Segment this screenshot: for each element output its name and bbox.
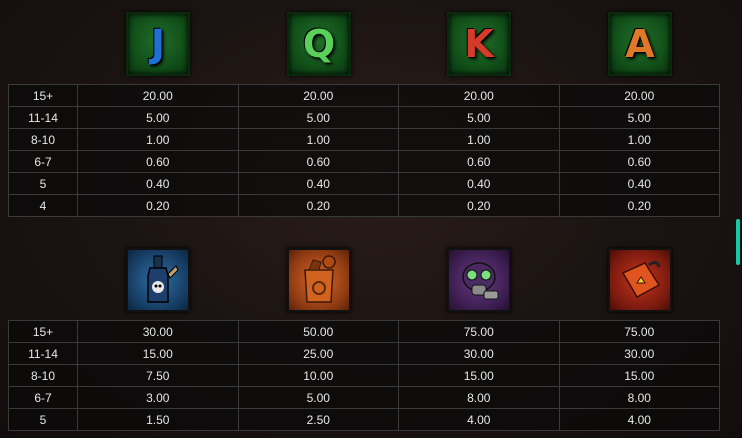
- symbol-k-tile: K: [447, 12, 511, 76]
- count-cell: 5: [8, 172, 78, 195]
- count-cell: 11-14: [8, 342, 78, 365]
- symbol-j-tile: J: [126, 12, 190, 76]
- bottle-icon: [126, 248, 190, 312]
- payout-cell: 5.00: [558, 106, 720, 129]
- payout-cell: 50.00: [237, 320, 399, 343]
- paytable-letters: 15+ 20.00 20.00 20.00 20.00 11-14 5.00 5…: [8, 84, 720, 217]
- payout-cell: 30.00: [398, 342, 560, 365]
- payout-cell: 20.00: [237, 84, 399, 107]
- payout-cell: 25.00: [237, 342, 399, 365]
- count-cell: 6-7: [8, 386, 78, 409]
- table-row: 6-7 0.60 0.60 0.60 0.60: [8, 150, 720, 173]
- table-row: 15+ 30.00 50.00 75.00 75.00: [8, 320, 720, 343]
- table-row: 5 1.50 2.50 4.00 4.00: [8, 408, 720, 431]
- payout-cell: 0.40: [77, 172, 239, 195]
- symbol-k-letter: K: [464, 22, 494, 66]
- payout-cell: 0.40: [398, 172, 560, 195]
- payout-cell: 1.00: [558, 128, 720, 151]
- payout-cell: 20.00: [77, 84, 239, 107]
- gas-mask-icon: [447, 248, 511, 312]
- table-row: 5 0.40 0.40 0.40 0.40: [8, 172, 720, 195]
- count-cell: 15+: [8, 84, 78, 107]
- payout-cell: 3.00: [77, 386, 239, 409]
- payout-cell: 0.40: [237, 172, 399, 195]
- payout-cell: 8.00: [398, 386, 560, 409]
- payout-cell: 8.00: [558, 386, 720, 409]
- payout-cell: 0.20: [558, 194, 720, 217]
- table-row: 11-14 5.00 5.00 5.00 5.00: [8, 106, 720, 129]
- payout-cell: 0.60: [77, 150, 239, 173]
- payout-cell: 1.50: [77, 408, 239, 431]
- payout-cell: 7.50: [77, 364, 239, 387]
- count-cell: 15+: [8, 320, 78, 343]
- payout-cell: 10.00: [237, 364, 399, 387]
- payout-cell: 20.00: [558, 84, 720, 107]
- scrollbar-thumb[interactable]: [736, 219, 740, 265]
- payout-cell: 1.00: [398, 128, 560, 151]
- payout-cell: 5.00: [237, 386, 399, 409]
- symbol-j-letter: J: [150, 22, 166, 66]
- table-row: 4 0.20 0.20 0.20 0.20: [8, 194, 720, 217]
- table-row: 8-10 1.00 1.00 1.00 1.00: [8, 128, 720, 151]
- count-cell: 8-10: [8, 128, 78, 151]
- count-cell: 5: [8, 408, 78, 431]
- table-row: 15+ 20.00 20.00 20.00 20.00: [8, 84, 720, 107]
- payout-cell: 0.20: [77, 194, 239, 217]
- paytable-icons: 15+ 30.00 50.00 75.00 75.00 11-14 15.00 …: [8, 320, 720, 431]
- bottom-symbol-row: [8, 248, 720, 312]
- symbol-q-tile: Q: [287, 12, 351, 76]
- table-row: 6-7 3.00 5.00 8.00 8.00: [8, 386, 720, 409]
- payout-cell: 5.00: [398, 106, 560, 129]
- count-cell: 6-7: [8, 150, 78, 173]
- table-row: 11-14 15.00 25.00 30.00 30.00: [8, 342, 720, 365]
- payout-cell: 0.40: [558, 172, 720, 195]
- payout-cell: 30.00: [77, 320, 239, 343]
- payout-cell: 1.00: [237, 128, 399, 151]
- payout-cell: 0.20: [398, 194, 560, 217]
- payout-cell: 75.00: [558, 320, 720, 343]
- payout-cell: 15.00: [558, 364, 720, 387]
- payout-cell: 0.20: [237, 194, 399, 217]
- payout-cell: 5.00: [237, 106, 399, 129]
- fuel-can-icon: [608, 248, 672, 312]
- count-cell: 8-10: [8, 364, 78, 387]
- count-cell: 11-14: [8, 106, 78, 129]
- symbol-a-tile: A: [608, 12, 672, 76]
- payout-cell: 4.00: [398, 408, 560, 431]
- count-cell: 4: [8, 194, 78, 217]
- payout-cell: 5.00: [77, 106, 239, 129]
- payout-cell: 15.00: [398, 364, 560, 387]
- payout-cell: 0.60: [237, 150, 399, 173]
- payout-cell: 75.00: [398, 320, 560, 343]
- payout-cell: 20.00: [398, 84, 560, 107]
- payout-cell: 0.60: [558, 150, 720, 173]
- payout-cell: 30.00: [558, 342, 720, 365]
- payout-cell: 4.00: [558, 408, 720, 431]
- table-row: 8-10 7.50 10.00 15.00 15.00: [8, 364, 720, 387]
- payout-cell: 0.60: [398, 150, 560, 173]
- symbol-a-letter: A: [625, 22, 655, 66]
- top-symbol-row: J Q K A: [8, 12, 720, 76]
- symbol-q-letter: Q: [302, 22, 336, 66]
- canister-icon: [287, 248, 351, 312]
- payout-cell: 2.50: [237, 408, 399, 431]
- payout-cell: 15.00: [77, 342, 239, 365]
- payout-cell: 1.00: [77, 128, 239, 151]
